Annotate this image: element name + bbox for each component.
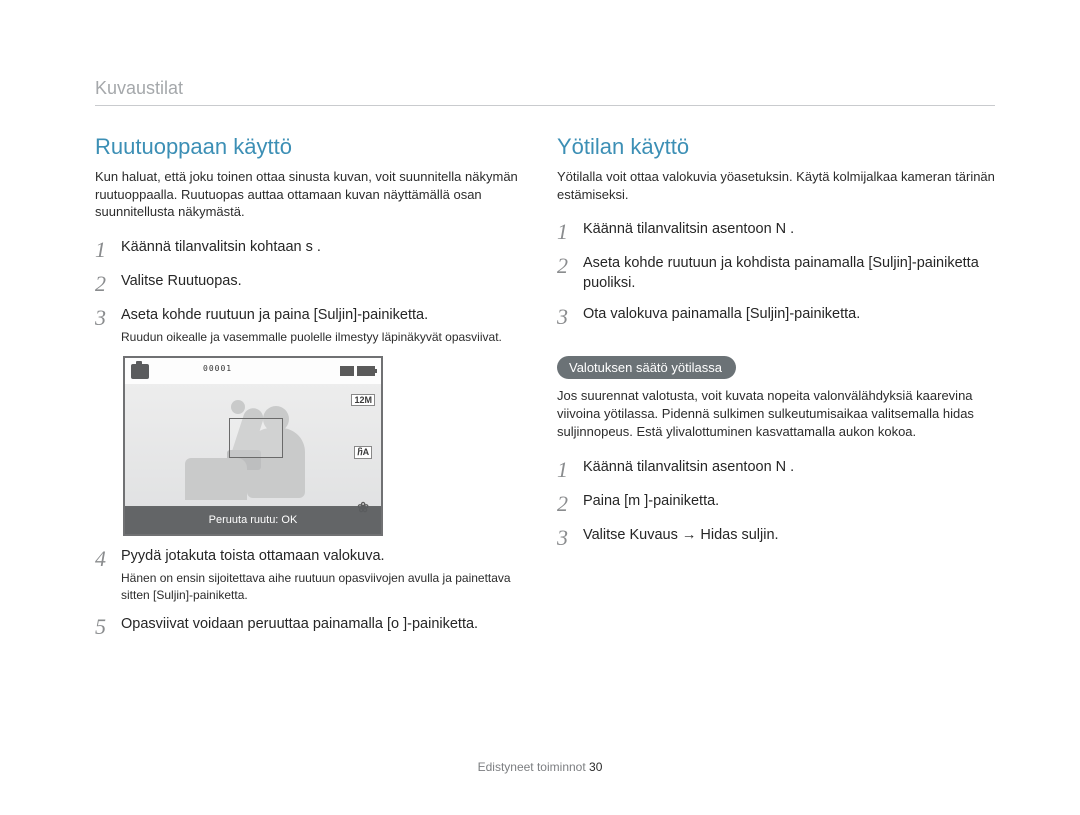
step-number: 2 bbox=[95, 273, 121, 295]
illustration-caption: Peruuta ruutu: OK bbox=[125, 506, 381, 534]
left-column: Ruutuoppaan käyttö Kun haluat, että joku… bbox=[95, 134, 545, 648]
step-number: 2 bbox=[557, 255, 583, 294]
left-title: Ruutuoppaan käyttö bbox=[95, 134, 527, 160]
battery-icon bbox=[357, 366, 375, 376]
footer-page-number: 30 bbox=[589, 760, 602, 774]
left-step-4-text: Pyydä jotakuta toista ottamaan valokuva. bbox=[121, 548, 385, 564]
page-section-header: Kuvaustilat bbox=[95, 78, 995, 106]
right-column: Yötilan käyttö Yötilalla voit ottaa valo… bbox=[545, 134, 995, 648]
right-intro: Yötilalla voit ottaa valokuvia yöasetuks… bbox=[557, 168, 995, 203]
step-number: 1 bbox=[557, 459, 583, 481]
step-number: 3 bbox=[557, 306, 583, 328]
step-number: 2 bbox=[557, 493, 583, 515]
right-step-1: Käännä tilanvalitsin asentoon N . bbox=[583, 219, 794, 243]
exposure-subsection-pill: Valotuksen säätö yötilassa bbox=[557, 356, 736, 379]
sdcard-icon bbox=[340, 366, 354, 376]
right2-step-2: Paina [m ]-painiketta. bbox=[583, 491, 719, 515]
left-step-3-sub: Ruudun oikealle ja vasemmalle puolelle i… bbox=[121, 329, 502, 346]
step-number: 4 bbox=[95, 548, 121, 604]
left-step-1: Käännä tilanvalitsin kohtaan s . bbox=[121, 237, 321, 261]
right2-step-3: Valitse Kuvaus → Hidas suljin. bbox=[583, 525, 779, 549]
step-number: 5 bbox=[95, 616, 121, 638]
exposure-subsection-body: Jos suurennat valotusta, voit kuvata nop… bbox=[557, 387, 995, 442]
focus-rectangle bbox=[229, 418, 283, 458]
flash-auto-label: ⴌA bbox=[354, 446, 372, 459]
footer-label: Edistyneet toiminnot bbox=[478, 760, 586, 774]
left-step-3-text: Aseta kohde ruutuun ja paina [Suljin]-pa… bbox=[121, 307, 428, 323]
right2-step-1: Käännä tilanvalitsin asentoon N . bbox=[583, 457, 794, 481]
mode-icon bbox=[131, 364, 149, 379]
camera-screen-illustration: 00001 12M ⴌA bbox=[123, 356, 527, 536]
step-number: 3 bbox=[95, 307, 121, 346]
left-step-5: Opasviivat voidaan peruuttaa painamalla … bbox=[121, 614, 478, 638]
left-step-4: Pyydä jotakuta toista ottamaan valokuva.… bbox=[121, 546, 527, 604]
right-title: Yötilan käyttö bbox=[557, 134, 995, 160]
left-step-2: Valitse Ruutuopas. bbox=[121, 271, 242, 295]
page-footer: Edistyneet toiminnot 30 bbox=[0, 760, 1080, 774]
step-number: 3 bbox=[557, 527, 583, 549]
left-intro: Kun haluat, että joku toinen ottaa sinus… bbox=[95, 168, 527, 221]
right-step-2: Aseta kohde ruutuun ja kohdista painamal… bbox=[583, 253, 995, 294]
resolution-label: 12M bbox=[351, 394, 375, 406]
right-step-3: Ota valokuva painamalla [Suljin]-painike… bbox=[583, 304, 860, 328]
left-step-3: Aseta kohde ruutuun ja paina [Suljin]-pa… bbox=[121, 305, 502, 346]
left-step-4-sub: Hänen on ensin sijoitettava aihe ruutuun… bbox=[121, 570, 527, 604]
step-number: 1 bbox=[95, 239, 121, 261]
step-number: 1 bbox=[557, 221, 583, 243]
shot-counter: 00001 bbox=[203, 364, 232, 373]
